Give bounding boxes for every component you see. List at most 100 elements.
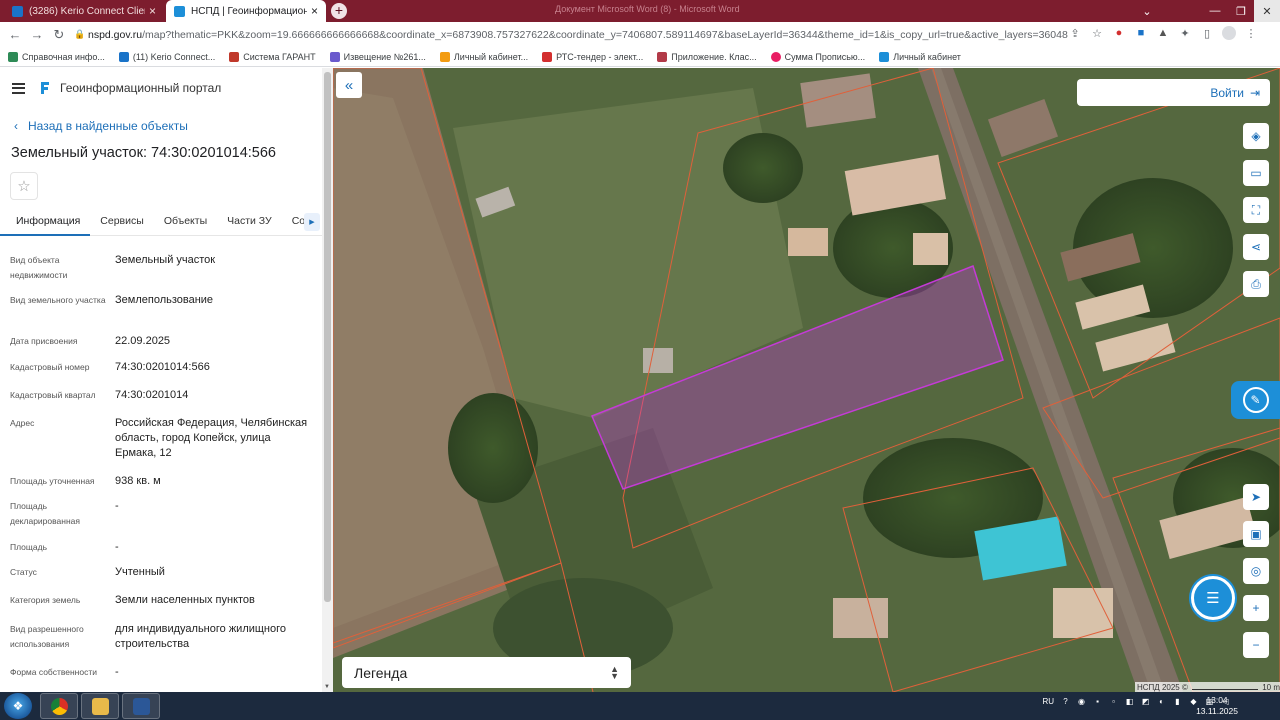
minimize-icon[interactable]: — bbox=[1202, 0, 1228, 22]
share-button[interactable]: ⋖ bbox=[1243, 234, 1269, 260]
bookmark-item[interactable]: Извещение №261... bbox=[329, 51, 426, 62]
close-icon[interactable]: × bbox=[149, 4, 156, 18]
restore-icon[interactable]: ❐ bbox=[1228, 0, 1254, 22]
feedback-tab[interactable]: ✎ bbox=[1231, 381, 1280, 419]
layers-button[interactable]: ◈ bbox=[1243, 123, 1269, 149]
bookmark-item[interactable]: (11) Kerio Connect... bbox=[118, 51, 215, 62]
bookmark-item[interactable]: Личный кабинет... bbox=[439, 51, 528, 62]
tab-objects[interactable]: Объекты bbox=[154, 210, 217, 236]
side-panel-icon[interactable]: ▯ bbox=[1200, 26, 1214, 40]
word-icon bbox=[132, 697, 150, 715]
bookmark-item[interactable]: Приложение. Клас... bbox=[657, 51, 757, 62]
locate-button[interactable]: ➤ bbox=[1243, 484, 1269, 510]
property-value: - bbox=[115, 500, 119, 512]
property-label: Форма собственности bbox=[10, 667, 97, 677]
browser-tab-kerio[interactable]: (3286) Kerio Connect Client × bbox=[4, 0, 164, 22]
back-to-results-link[interactable]: ‹ Назад в найденные объекты bbox=[14, 119, 188, 133]
scroll-down-icon[interactable]: ▼ bbox=[324, 684, 330, 690]
tray-app-icon[interactable]: ◐ bbox=[1157, 697, 1166, 708]
tab-parcel-parts[interactable]: Части ЗУ bbox=[217, 210, 282, 236]
browser-tab-nspd[interactable]: НСПД | Геоинформационный п × bbox=[166, 0, 326, 22]
panel-scrollbar[interactable]: ▼ bbox=[322, 68, 333, 692]
bookmark-item[interactable]: Справочная инфо... bbox=[8, 51, 105, 62]
chrome-icon bbox=[50, 697, 68, 715]
reload-icon[interactable]: ↻ bbox=[48, 27, 70, 43]
bookmark-item[interactable]: РТС-тендер - элект... bbox=[542, 51, 643, 62]
share-icon: ⋖ bbox=[1250, 240, 1262, 254]
bookmark-label: Извещение №261... bbox=[343, 51, 426, 62]
help-icon[interactable]: ? bbox=[1061, 697, 1070, 708]
language-indicator[interactable]: RU bbox=[1042, 697, 1054, 708]
scrollbar-thumb[interactable] bbox=[324, 72, 331, 602]
select-area-button[interactable]: ⛶ bbox=[1243, 197, 1269, 223]
bookmark-icon bbox=[8, 51, 18, 62]
tray-app-icon[interactable]: ▮ bbox=[1173, 697, 1182, 708]
start-button[interactable]: ❖ bbox=[4, 693, 32, 719]
taskbar-word[interactable] bbox=[122, 693, 160, 719]
login-button[interactable]: Войти ⇥ bbox=[1077, 79, 1270, 106]
zoom-out-button[interactable]: − bbox=[1243, 632, 1269, 658]
tabs-scroll-right-icon[interactable]: ▶ bbox=[304, 213, 320, 231]
kerio-icon bbox=[12, 5, 23, 17]
bookmark-star-icon[interactable]: ☆ bbox=[1090, 26, 1104, 40]
property-label: Площадь уточненная bbox=[10, 476, 95, 486]
tray-app-icon[interactable]: ▪ bbox=[1093, 697, 1102, 708]
collapse-panel-button[interactable]: « bbox=[336, 72, 362, 98]
tray-app-icon[interactable]: ◉ bbox=[1077, 697, 1086, 708]
extension-icon[interactable]: ● bbox=[1112, 26, 1126, 40]
login-label: Войти bbox=[1210, 85, 1244, 100]
profile-avatar[interactable] bbox=[1222, 26, 1236, 40]
lock-icon[interactable]: 🔒 bbox=[74, 29, 88, 40]
extensions-puzzle-icon[interactable]: ✦ bbox=[1178, 26, 1192, 40]
map-view[interactable]: « Войти ⇥ ◈ ▭ ⛶ ⋖ ⎙ ✎ ➤ ▣ ◎ + − ☰ Легенд… bbox=[333, 68, 1280, 692]
property-value: 74:30:0201014:566 bbox=[115, 361, 210, 373]
property-label: Вид объекта недвижимости bbox=[10, 255, 68, 280]
bookmark-item[interactable]: Личный кабинет bbox=[879, 51, 961, 62]
bookmark-item[interactable]: Сумма Прописью... bbox=[770, 51, 865, 62]
address-bar[interactable]: 🔒 nspd.gov.ru/map?thematic=PKK&zoom=19.6… bbox=[74, 25, 1092, 44]
legend-selector[interactable]: Легенда ▲ ▼ bbox=[342, 657, 631, 688]
taskbar-chrome[interactable] bbox=[40, 693, 78, 719]
tray-app-icon[interactable]: ▫ bbox=[1109, 697, 1118, 708]
menu-icon[interactable]: ⋮ bbox=[1244, 26, 1258, 40]
bookmark-item[interactable]: Система ГАРАНТ bbox=[229, 51, 316, 62]
extension-icon[interactable]: ▲ bbox=[1156, 26, 1170, 40]
tray-app-icon[interactable]: ◩ bbox=[1141, 697, 1150, 708]
login-icon: ⇥ bbox=[1249, 85, 1260, 100]
share-page-icon[interactable]: ⇪ bbox=[1068, 26, 1082, 40]
close-icon[interactable]: × bbox=[311, 4, 318, 18]
property-label: Вид разрешенного использования bbox=[10, 624, 84, 649]
ruler-button[interactable]: ▭ bbox=[1243, 160, 1269, 186]
tab-services[interactable]: Сервисы bbox=[90, 210, 154, 236]
geolocation-button[interactable]: ◎ bbox=[1243, 558, 1269, 584]
back-icon[interactable]: ← bbox=[4, 27, 26, 42]
property-value: 74:30:0201014 bbox=[115, 389, 189, 401]
double-chevron-left-icon: « bbox=[344, 76, 354, 94]
close-window-icon[interactable]: ✕ bbox=[1254, 0, 1280, 22]
bookmark-icon bbox=[542, 51, 553, 62]
star-icon: ☆ bbox=[17, 178, 31, 195]
forward-icon[interactable]: → bbox=[26, 27, 48, 42]
print-button[interactable]: ⎙ bbox=[1243, 271, 1269, 297]
tray-app-icon[interactable]: ◧ bbox=[1125, 697, 1134, 708]
hamburger-menu-icon[interactable] bbox=[12, 82, 25, 94]
property-value: 22.09.2025 bbox=[115, 335, 171, 347]
favorite-button[interactable]: ☆ bbox=[10, 172, 38, 200]
chevron-down-icon[interactable]: ⌄ bbox=[1136, 0, 1158, 22]
tab-title: (3286) Kerio Connect Client bbox=[29, 5, 145, 17]
property-label: Кадастровый номер bbox=[10, 362, 90, 372]
window-title: Документ Microsoft Word (8) - Microsoft … bbox=[555, 4, 740, 14]
zoom-in-button[interactable]: + bbox=[1243, 595, 1269, 621]
property-label: Адрес bbox=[10, 418, 35, 428]
minimap-button[interactable]: ▣ bbox=[1243, 521, 1269, 547]
property-value: для индивидуального жилищного строительс… bbox=[115, 623, 287, 650]
taskbar-explorer[interactable] bbox=[81, 693, 119, 719]
tab-information[interactable]: Информация bbox=[0, 210, 91, 236]
browser-tab-strip: (3286) Kerio Connect Client × НСПД | Гео… bbox=[0, 0, 1280, 22]
back-link-label: Назад в найденные объекты bbox=[28, 119, 188, 133]
clock[interactable]: 13:04 13.11.2025 bbox=[1196, 695, 1238, 717]
extension-icon[interactable]: ■ bbox=[1134, 26, 1148, 40]
new-tab-button[interactable]: + bbox=[331, 3, 347, 19]
minimap-icon: ▣ bbox=[1250, 527, 1262, 541]
chat-button[interactable]: ☰ bbox=[1191, 576, 1235, 620]
